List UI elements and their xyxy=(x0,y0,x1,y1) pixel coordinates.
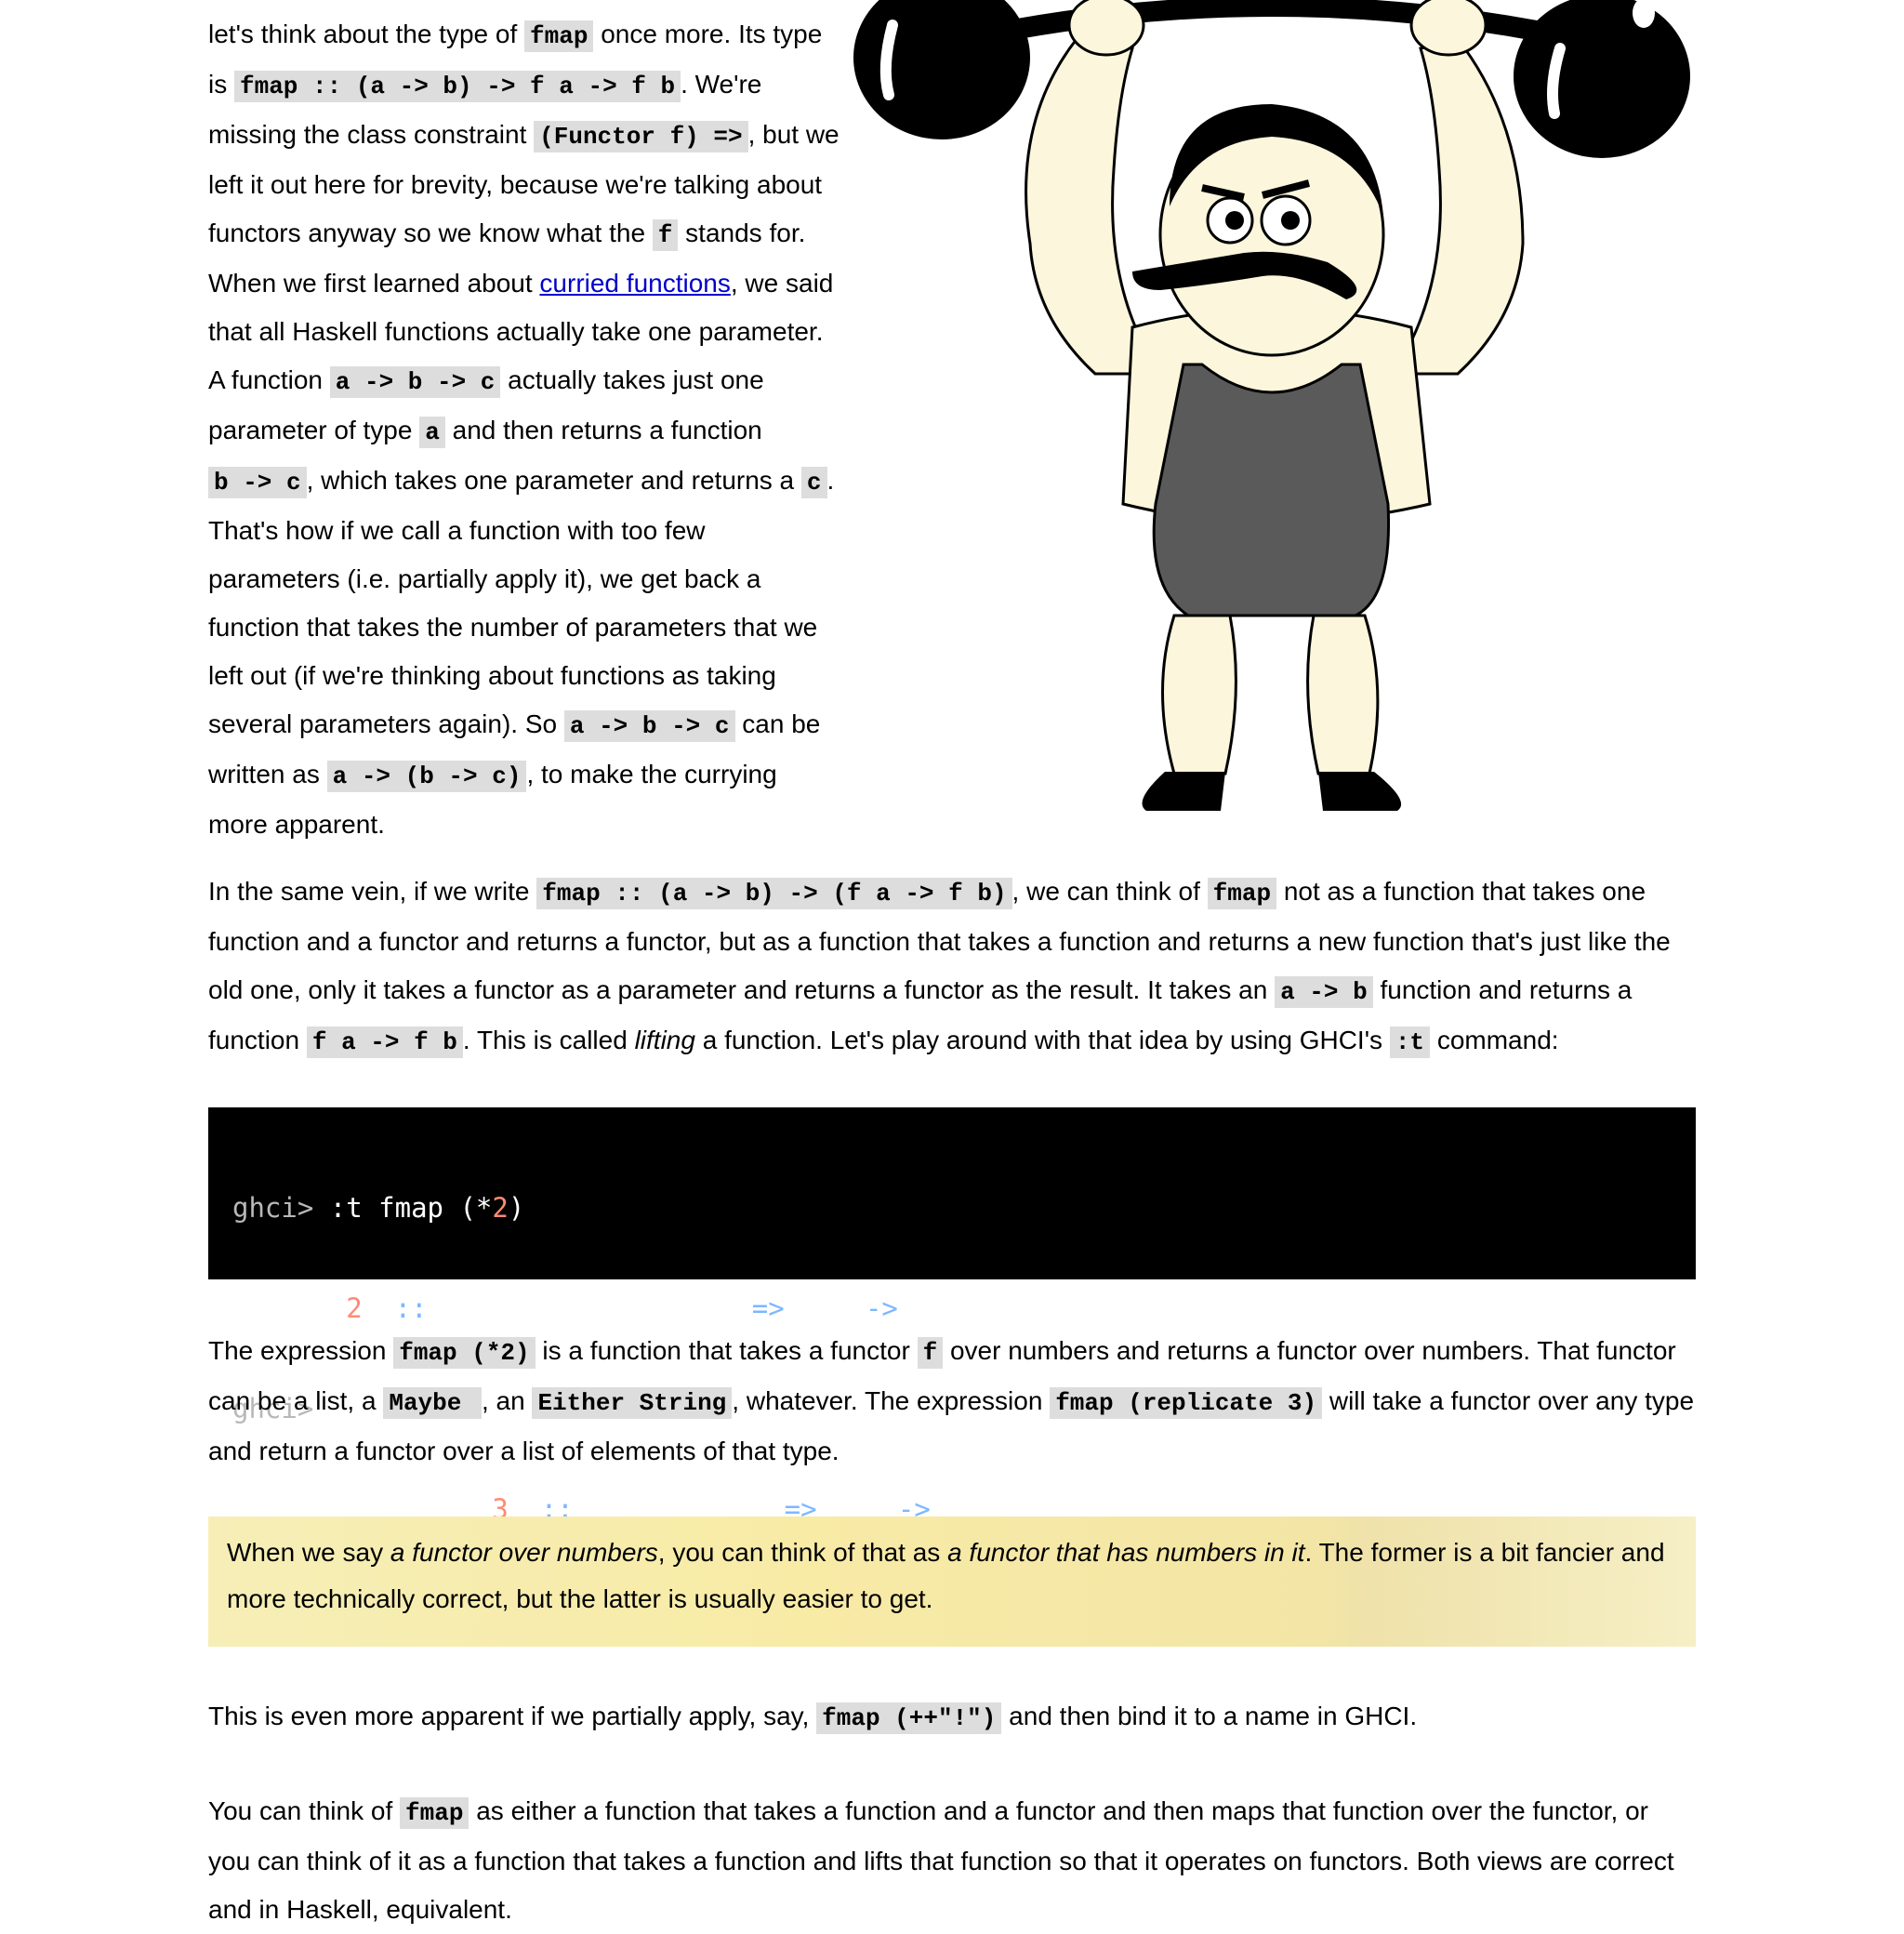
text: The expression xyxy=(208,1336,394,1365)
code-line: fmap (*2) :: (Num a, Functor f) => f a -… xyxy=(232,1292,1672,1325)
paragraph-partial-apply: This is even more apparent if we partial… xyxy=(208,1692,1696,1742)
inline-code: f xyxy=(652,219,679,251)
emphasis: a functor over numbers xyxy=(390,1538,658,1567)
inline-code: fmap (*2) xyxy=(393,1337,536,1369)
inline-code: f xyxy=(917,1337,944,1369)
text: . This is called xyxy=(462,1026,635,1054)
text: . That's how if we call a function with … xyxy=(208,466,835,738)
text: , you can think of that as xyxy=(657,1538,948,1567)
inline-code: a -> b xyxy=(1275,976,1373,1008)
text: let's think about the type of xyxy=(208,20,525,48)
paragraph-fmap-expression: The expression fmap (*2) is a function t… xyxy=(208,1327,1696,1476)
strongman-illustration xyxy=(853,0,1690,811)
inline-code: f a -> f b xyxy=(306,1027,463,1058)
inline-code: fmap (++"!") xyxy=(816,1702,1002,1734)
emphasis: a functor that has numbers in it xyxy=(947,1538,1305,1567)
curried-functions-link[interactable]: curried functions xyxy=(539,269,730,298)
text: and then bind it to a name in GHCI. xyxy=(1001,1702,1418,1730)
inline-code: a -> (b -> c) xyxy=(326,761,527,792)
inline-code: fmap (replicate 3) xyxy=(1050,1387,1323,1419)
code-number: 2 xyxy=(346,1292,363,1324)
code-text: ) xyxy=(362,1292,395,1324)
ghci-code-block: ghci> :t fmap (*2) fmap (*2) :: (Num a, … xyxy=(208,1107,1696,1525)
text: You can think of xyxy=(208,1796,401,1825)
text: and then returns a function xyxy=(444,416,762,444)
inline-code: fmap xyxy=(400,1797,469,1829)
text: This is even more apparent if we partial… xyxy=(208,1702,817,1730)
inline-code: Maybe xyxy=(383,1387,482,1419)
code-number: 2 xyxy=(492,1192,509,1224)
text: is a function that takes a functor xyxy=(535,1336,918,1365)
hint-box: When we say a functor over numbers, you … xyxy=(208,1517,1696,1647)
inline-code: (Functor f) => xyxy=(534,121,748,152)
text: , whatever. The expression xyxy=(732,1386,1051,1415)
inline-code: a -> b -> c xyxy=(563,710,735,742)
text: When we say xyxy=(227,1538,390,1567)
inline-code: Either String xyxy=(532,1387,733,1419)
inline-code: fmap :: (a -> b) -> (f a -> f b) xyxy=(536,878,1012,909)
paragraph-fmap-type: let's think about the type of fmap once … xyxy=(208,10,840,849)
paragraph-lifting: In the same vein, if we write fmap :: (a… xyxy=(208,868,1696,1066)
text: In the same vein, if we write xyxy=(208,877,537,906)
code-operator: -> xyxy=(865,1292,898,1324)
text: a function. Let's play around with that … xyxy=(694,1026,1390,1054)
paragraph-fmap-views: You can think of fmap as either a functi… xyxy=(208,1787,1696,1934)
inline-code: c xyxy=(800,467,827,498)
code-text: f a xyxy=(897,1292,963,1324)
code-operator: :: xyxy=(394,1292,428,1324)
inline-code: :t xyxy=(1389,1027,1431,1058)
code-line: ghci> :t fmap (*2) xyxy=(232,1191,1672,1225)
code-text: ) xyxy=(508,1192,525,1224)
emphasis: lifting xyxy=(634,1026,695,1054)
text: command: xyxy=(1430,1026,1559,1054)
inline-code: fmap xyxy=(1207,878,1277,909)
text: , which takes one parameter and returns … xyxy=(306,466,801,495)
code-operator: => xyxy=(751,1292,785,1324)
text: , an xyxy=(481,1386,533,1415)
code-text: (Num a, Functor f) xyxy=(427,1292,752,1324)
code-text: fmap (* xyxy=(232,1292,347,1324)
code-text: :t fmap (* xyxy=(313,1192,493,1224)
inline-code: a -> b -> c xyxy=(329,366,501,398)
hint-text: When we say a functor over numbers, you … xyxy=(227,1530,1677,1623)
inline-code: fmap :: (a -> b) -> f a -> f b xyxy=(234,71,681,102)
inline-code: b -> c xyxy=(208,467,307,498)
code-text: f a xyxy=(784,1292,866,1324)
inline-code: fmap xyxy=(524,20,594,52)
ghci-prompt: ghci> xyxy=(232,1192,314,1224)
text: , we can think of xyxy=(1012,877,1208,906)
inline-code: a xyxy=(419,417,445,448)
